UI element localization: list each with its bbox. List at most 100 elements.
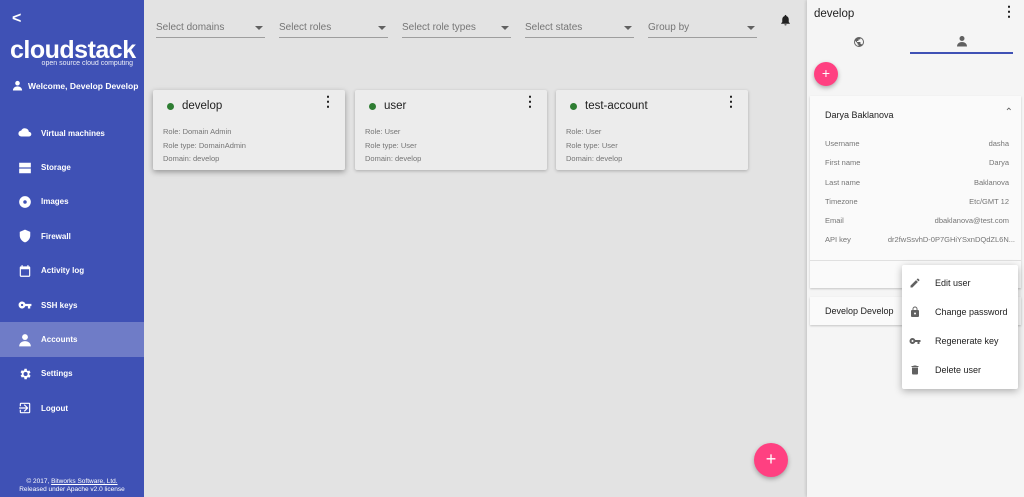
key-icon	[909, 337, 921, 344]
account-card[interactable]: develop ⋮ Role: Domain Admin Role type: …	[153, 90, 345, 170]
sidebar-item-label: SSH keys	[41, 300, 78, 310]
select-role-types[interactable]: Select role types	[402, 18, 511, 38]
more-vert-icon[interactable]: ⋮	[321, 94, 335, 108]
cloud-icon	[18, 128, 32, 137]
tab-general[interactable]	[807, 30, 910, 54]
user-field-username: Username dasha	[825, 139, 1009, 148]
sidebar-item-storage[interactable]: Storage	[0, 150, 144, 184]
panel-tabs	[807, 30, 1024, 54]
status-dot	[570, 102, 577, 110]
field-label: First name	[825, 158, 861, 167]
more-vert-icon[interactable]: ⋮	[523, 94, 537, 108]
account-role-type: Role type: User	[566, 140, 618, 150]
menu-item-regenerate-key[interactable]: Regenerate key	[902, 327, 1018, 356]
disc-icon	[19, 196, 31, 208]
account-card-header: user	[369, 100, 406, 112]
select-states-label: Select states	[525, 22, 583, 33]
account-role-type: Role type: DomainAdmin	[163, 140, 246, 150]
field-value: dasha	[988, 139, 1009, 148]
sidebar-item-accounts[interactable]: Accounts	[0, 322, 144, 357]
add-account-button[interactable]: +	[754, 443, 788, 477]
field-value: Baklanova	[973, 178, 1009, 187]
account-domain: Domain: develop	[365, 154, 422, 163]
menu-item-change-password[interactable]: Change password	[902, 298, 1018, 327]
select-states[interactable]: Select states	[525, 18, 634, 38]
user-full-name: Darya Baklanova	[825, 110, 894, 120]
welcome-text: Welcome, Develop Develop	[28, 80, 139, 91]
menu-item-label: Change password	[935, 307, 1008, 318]
account-role: Role: User	[566, 127, 602, 136]
tab-users[interactable]	[910, 30, 1013, 54]
select-roles[interactable]: Select roles	[279, 18, 388, 38]
company-link[interactable]: Bitworks Software, Ltd.	[51, 478, 117, 485]
filter-bar: Select domains Select roles Select role …	[156, 18, 757, 38]
chevron-up-icon[interactable]: ⌃	[1005, 107, 1013, 118]
account-name: develop	[182, 100, 223, 112]
sidebar-item-label: Storage	[41, 163, 71, 173]
user-card-expanded: Darya Baklanova ⌃ Username dasha First na…	[810, 96, 1021, 288]
globe-icon	[853, 37, 864, 47]
field-value: Darya	[988, 158, 1009, 167]
user-field-first-name: First name Darya	[825, 158, 1009, 167]
add-user-button[interactable]: +	[814, 62, 838, 86]
sidebar-item-ssh-keys[interactable]: SSH keys	[0, 288, 144, 322]
account-card-header: test-account	[570, 100, 648, 112]
sidebar: < cloudstack open source cloud computing…	[0, 0, 144, 497]
more-vert-icon[interactable]: ⋮	[724, 94, 738, 108]
account-role-type: Role type: User	[365, 140, 417, 150]
sidebar-item-label: Images	[41, 197, 69, 207]
menu-item-edit-user[interactable]: Edit user	[902, 269, 1018, 298]
panel-title: develop	[814, 8, 855, 20]
sidebar-item-images[interactable]: Images	[0, 185, 144, 219]
logout-icon	[19, 403, 31, 414]
sidebar-item-logout[interactable]: Logout	[0, 391, 144, 425]
select-group-by-label: Group by	[648, 22, 690, 33]
sidebar-item-label: Logout	[41, 403, 69, 413]
more-vert-icon[interactable]: ⋮	[1002, 4, 1016, 18]
field-label: Last name	[825, 178, 861, 187]
select-domains[interactable]: Select domains	[156, 18, 265, 38]
pencil-icon	[910, 278, 920, 288]
account-card[interactable]: user ⋮ Role: User Role type: User Domain…	[355, 90, 547, 170]
sidebar-item-firewall[interactable]: Firewall	[0, 219, 144, 253]
status-dot	[369, 102, 376, 110]
sidebar-item-label: Activity log	[41, 266, 85, 276]
menu-item-label: Edit user	[935, 278, 971, 289]
logo-tagline: open source cloud computing	[41, 60, 133, 67]
user-field-timezone: Timezone Etc/GMT 12	[825, 197, 1009, 206]
select-group-by[interactable]: Group by	[648, 18, 757, 38]
dropdown-arrow-icon	[378, 25, 386, 30]
sidebar-item-label: Settings	[41, 369, 73, 379]
account-name: test-account	[585, 100, 648, 112]
user-field-api-key: API key dr2fwSsvhD-0P7GHiYSxnDQdZL6N...	[825, 235, 1015, 244]
menu-item-delete-user[interactable]: Delete user	[902, 355, 1018, 384]
account-name: user	[384, 100, 407, 112]
bell-icon[interactable]	[779, 13, 792, 27]
dropdown-arrow-icon	[255, 25, 263, 30]
account-card-header: develop	[167, 100, 222, 112]
lock-icon	[911, 306, 919, 318]
user-field-email: Email dbaklanova@test.com	[825, 216, 1009, 225]
storage-icon	[19, 162, 31, 173]
field-value: Etc/GMT 12	[969, 197, 1009, 206]
back-arrow-icon[interactable]: <	[12, 10, 21, 28]
sidebar-item-settings[interactable]: Settings	[0, 357, 144, 391]
menu-item-label: Regenerate key	[935, 335, 999, 346]
person-icon	[956, 36, 967, 47]
dropdown-arrow-icon	[501, 25, 509, 30]
field-value: dbaklanova@test.com	[934, 216, 1009, 225]
copyright-prefix: © 2017,	[26, 478, 52, 485]
sidebar-item-virtual-machines[interactable]: Virtual machines	[0, 116, 144, 150]
user-context-menu: Edit user Change password Regenerate key…	[902, 265, 1018, 389]
license-line: Released under Apache v2.0 license	[19, 486, 125, 493]
field-label: Timezone	[825, 197, 858, 206]
person-icon	[19, 333, 31, 346]
sidebar-item-activity-log[interactable]: Activity log	[0, 254, 144, 288]
cloudstack-logo: cloudstack open source cloud computing	[10, 36, 136, 67]
select-domains-label: Select domains	[156, 22, 225, 33]
account-details-panel: develop ⋮ + Darya Baklanova ⌃ Username da…	[807, 0, 1024, 497]
sidebar-item-label: Firewall	[41, 231, 71, 241]
calendar-icon	[19, 264, 31, 277]
account-card[interactable]: test-account ⋮ Role: User Role type: Use…	[556, 90, 748, 170]
account-info: Role: Domain Admin Role type: DomainAdmi…	[163, 125, 246, 166]
